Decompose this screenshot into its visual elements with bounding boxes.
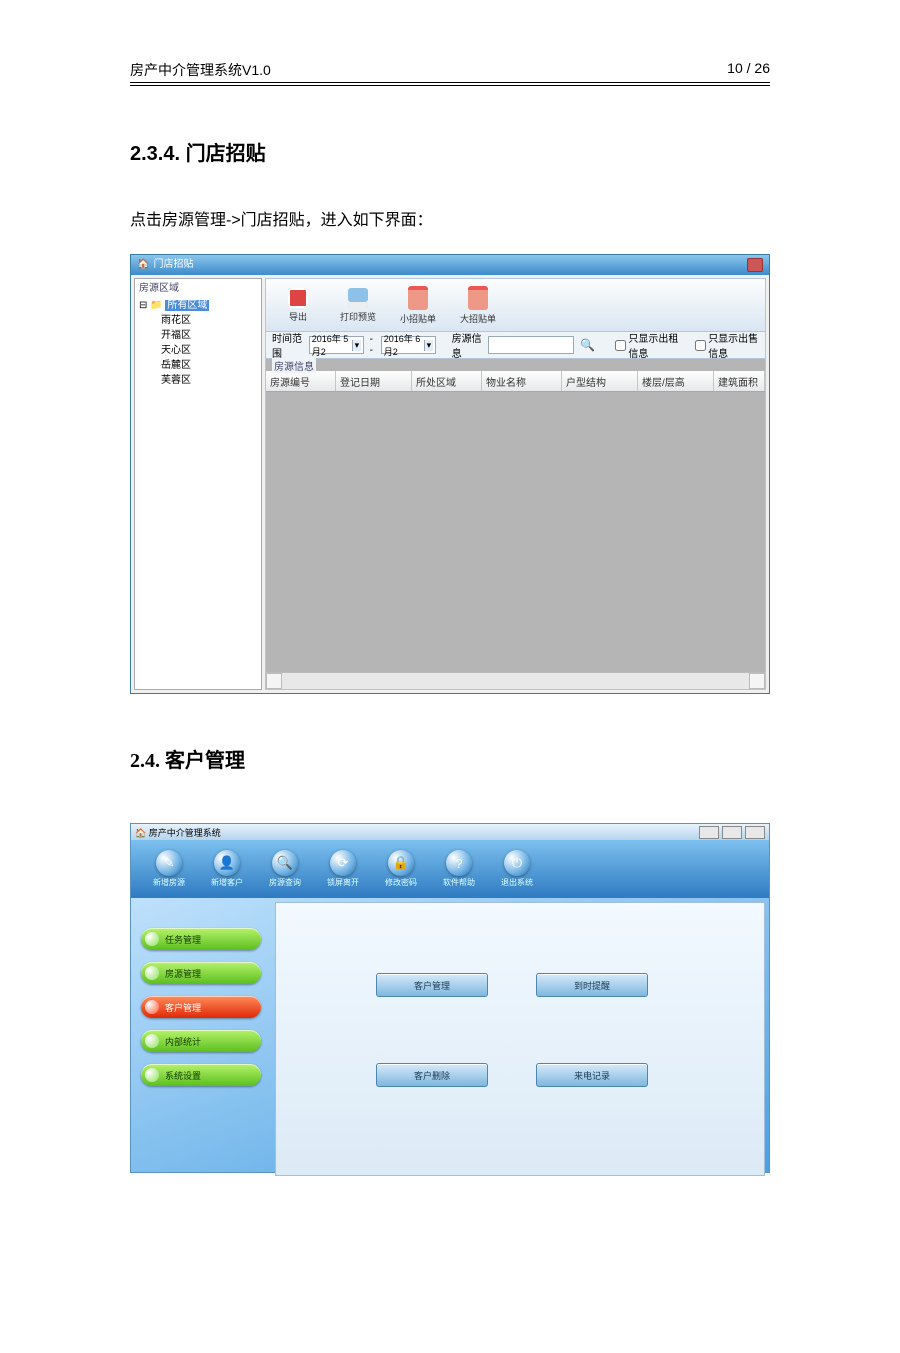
chk-rent[interactable]: 只显示出租信息 bbox=[615, 330, 679, 360]
range-sep: -- bbox=[370, 334, 375, 356]
range-label: 时间范围 bbox=[272, 330, 303, 360]
col-size[interactable]: 建筑面积 bbox=[714, 371, 765, 391]
app-icon: 🏠 bbox=[137, 255, 149, 275]
max-icon[interactable] bbox=[722, 826, 742, 839]
section-234: 2.3.4. 门店招贴 bbox=[130, 137, 770, 166]
tree-item[interactable]: 芙蓉区 bbox=[161, 371, 257, 386]
min-icon[interactable] bbox=[699, 826, 719, 839]
btn-client-delete[interactable]: 客户删除 bbox=[376, 1063, 488, 1087]
small-poster-button[interactable]: 小招贴单 bbox=[398, 283, 438, 327]
tree-panel: 房源区域 ⊟ 📁 所有区域 雨花区 开福区 天心区 岳麓区 芙蓉区 bbox=[134, 278, 262, 690]
col-date[interactable]: 登记日期 bbox=[336, 371, 412, 391]
btn-call-log[interactable]: 来电记录 bbox=[536, 1063, 648, 1087]
nav-task[interactable]: 任务管理 bbox=[141, 928, 261, 950]
scrollbar-h[interactable] bbox=[266, 672, 765, 689]
top-new-listing[interactable]: ✎新增房源 bbox=[153, 850, 185, 888]
tree-legend: 房源区域 bbox=[135, 279, 261, 294]
close-icon[interactable] bbox=[747, 258, 763, 272]
btn-client-manage[interactable]: 客户管理 bbox=[376, 973, 488, 997]
doc-header-right: 10 / 26 bbox=[727, 60, 770, 80]
center-panel: 客户管理 到时提醒 客户删除 来电记录 bbox=[275, 902, 765, 1176]
grid-legend: 房源信息 bbox=[272, 358, 316, 373]
tree-root[interactable]: ⊟ 📁 所有区域 bbox=[139, 296, 257, 311]
filter-bar: 时间范围 2016年 5月2▾ -- 2016年 6月2▾ 房源信息 🔍 只显示… bbox=[265, 332, 766, 359]
nav-settings[interactable]: 系统设置 bbox=[141, 1064, 261, 1086]
para-1: 点击房源管理->门店招贴，进入如下界面： bbox=[130, 206, 770, 230]
date-from[interactable]: 2016年 5月2▾ bbox=[309, 336, 364, 354]
section-24: 2.4. 客户管理 bbox=[130, 744, 770, 773]
nav-client[interactable]: 客户管理 bbox=[141, 996, 261, 1018]
tree-item[interactable]: 雨花区 bbox=[161, 311, 257, 326]
export-button[interactable]: 导出 bbox=[278, 283, 318, 327]
tree-item[interactable]: 开福区 bbox=[161, 326, 257, 341]
toolbar: 导出 打印预览 小招贴单 大招贴单 bbox=[265, 278, 766, 332]
main-title: 🏠 房产中介管理系统 bbox=[135, 826, 221, 839]
window-main: 🏠 房产中介管理系统 ✎新增房源 👤新增客户 🔍房源查询 ⟳锁屏离开 🔒修改密码… bbox=[130, 823, 770, 1173]
top-lock[interactable]: ⟳锁屏离开 bbox=[327, 850, 359, 888]
top-help[interactable]: ?软件帮助 bbox=[443, 850, 475, 888]
tree-item[interactable]: 天心区 bbox=[161, 341, 257, 356]
nav-stats[interactable]: 内部统计 bbox=[141, 1030, 261, 1052]
close-icon[interactable] bbox=[745, 826, 765, 839]
btn-remind[interactable]: 到时提醒 bbox=[536, 973, 648, 997]
doc-header-left: 房产中介管理系统V1.0 bbox=[130, 60, 271, 80]
nav-listing[interactable]: 房源管理 bbox=[141, 962, 261, 984]
top-search[interactable]: 🔍房源查询 bbox=[269, 850, 301, 888]
top-exit[interactable]: ⏻退出系统 bbox=[501, 850, 533, 888]
tree-item[interactable]: 岳麓区 bbox=[161, 356, 257, 371]
top-dock: ✎新增房源 👤新增客户 🔍房源查询 ⟳锁屏离开 🔒修改密码 ?软件帮助 ⏻退出系… bbox=[131, 840, 769, 898]
info-label: 房源信息 bbox=[452, 330, 483, 360]
col-layout[interactable]: 户型结构 bbox=[562, 371, 638, 391]
window-store-poster: 🏠门店招贴 房源区域 ⊟ 📁 所有区域 雨花区 开福区 天心区 岳麓区 芙蓉区 … bbox=[130, 254, 770, 694]
top-password[interactable]: 🔒修改密码 bbox=[385, 850, 417, 888]
chk-sale[interactable]: 只显示出售信息 bbox=[695, 330, 759, 360]
print-button[interactable]: 打印预览 bbox=[338, 283, 378, 327]
top-new-client[interactable]: 👤新增客户 bbox=[211, 850, 243, 888]
date-to[interactable]: 2016年 6月2▾ bbox=[381, 336, 436, 354]
window-title: 门店招贴 bbox=[153, 255, 193, 275]
grid: 房源信息 房源编号 登记日期 所处区域 物业名称 户型结构 楼层/层高 建筑面积 bbox=[265, 359, 766, 690]
big-poster-button[interactable]: 大招贴单 bbox=[458, 283, 498, 327]
search-icon[interactable]: 🔍 bbox=[580, 338, 595, 352]
left-nav: 任务管理 房源管理 客户管理 内部统计 系统设置 bbox=[131, 898, 271, 1180]
info-input[interactable] bbox=[488, 336, 574, 354]
col-id[interactable]: 房源编号 bbox=[266, 371, 336, 391]
col-floor[interactable]: 楼层/层高 bbox=[638, 371, 714, 391]
col-area[interactable]: 所处区域 bbox=[412, 371, 482, 391]
col-name[interactable]: 物业名称 bbox=[482, 371, 562, 391]
